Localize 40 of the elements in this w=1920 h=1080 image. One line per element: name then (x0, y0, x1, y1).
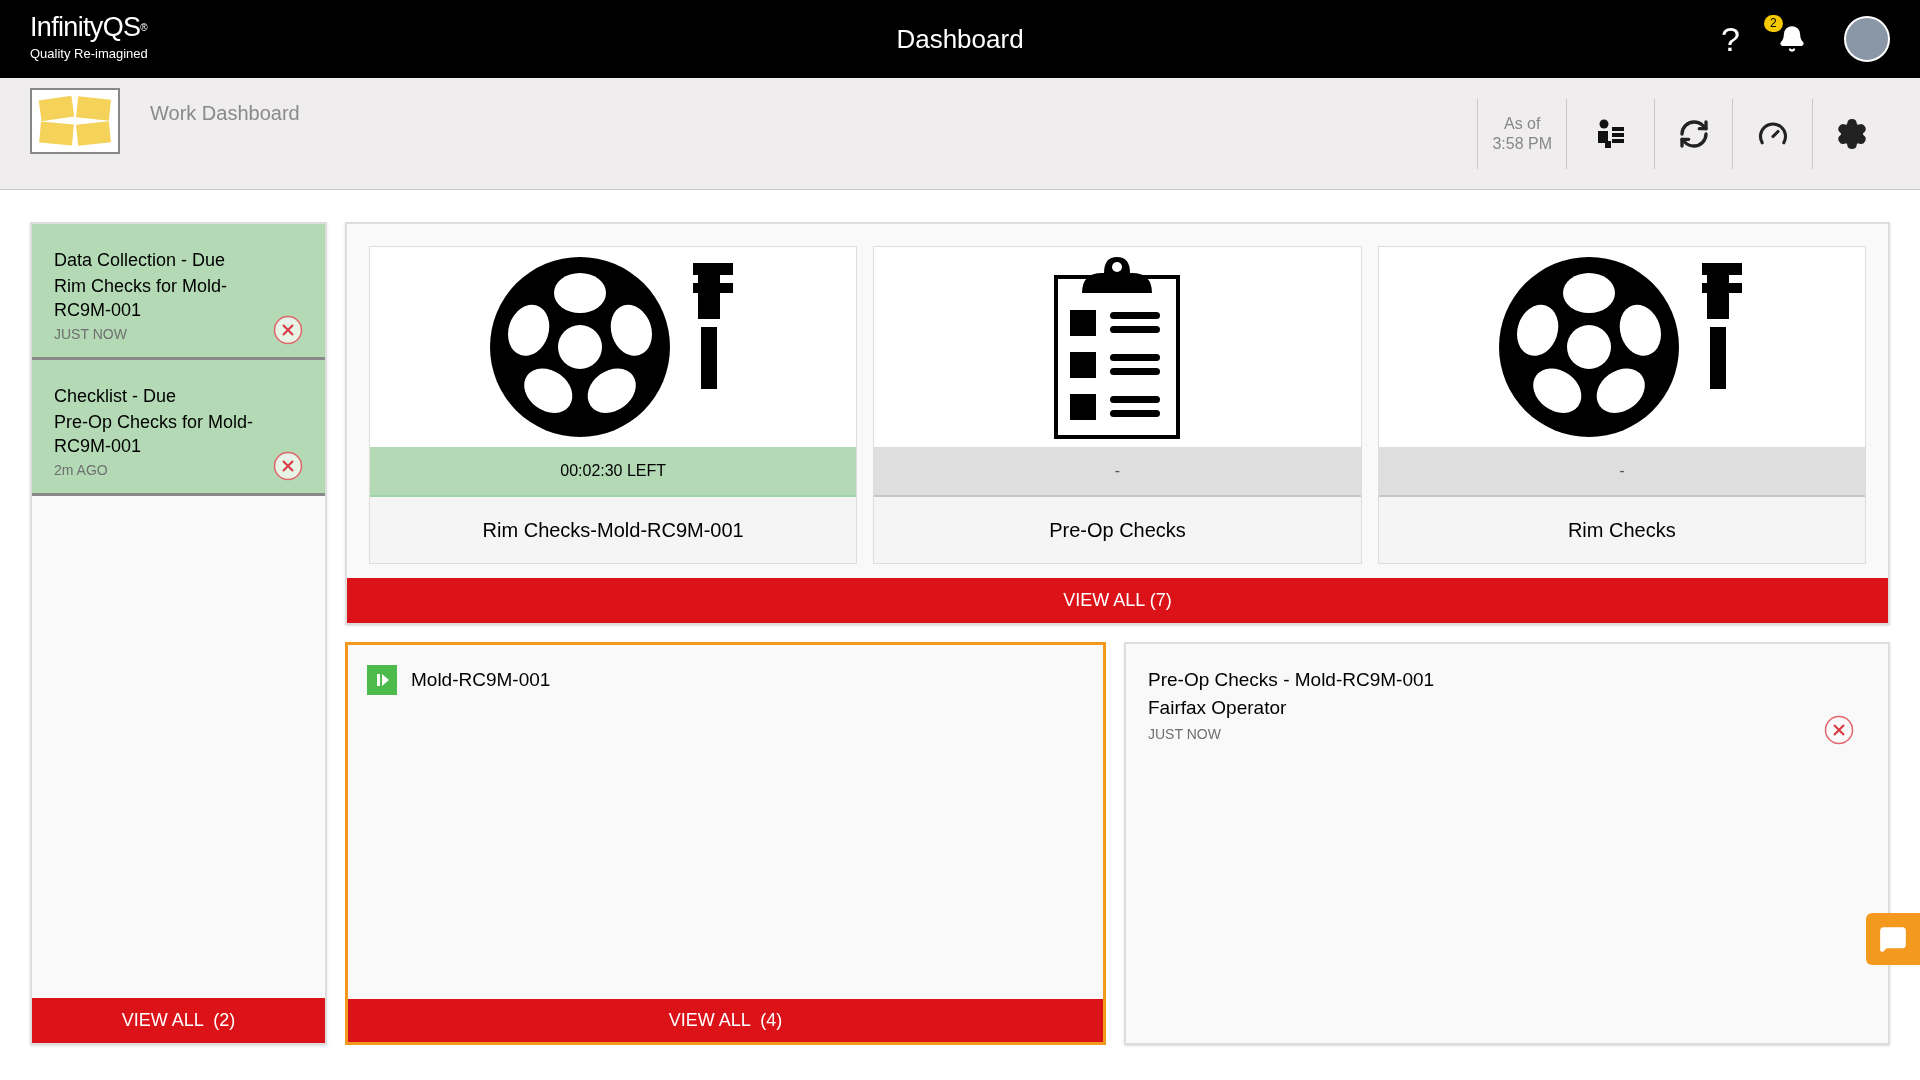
form-tile[interactable]: - Pre-Op Checks (873, 246, 1362, 564)
notification-card[interactable]: Checklist - Due Pre-Op Checks for Mold-RC9M-001 2m AGO (32, 360, 325, 496)
notification-card[interactable]: Data Collection - Due Rim Checks for Mold-RC9M-001 JUST NOW (32, 224, 325, 360)
tile-name: Rim Checks (1567, 518, 1676, 543)
view-all-button[interactable]: VIEW ALL (2) (32, 998, 325, 1043)
tile-name: Rim Checks-Mold-RC9M-001 (482, 518, 744, 543)
notification-badge: 2 (1764, 15, 1783, 32)
bell-icon[interactable] (1778, 25, 1806, 53)
tile-name: Pre-Op Checks (1049, 518, 1186, 543)
refresh-icon[interactable] (1677, 117, 1710, 150)
close-icon[interactable] (1824, 715, 1854, 745)
as-of-time: As of 3:58 PM (1477, 98, 1566, 169)
tile-status: 00:02:30 LEFT (370, 447, 857, 497)
tile-status: - (874, 447, 1361, 497)
activity-time: JUST NOW (1148, 725, 1222, 744)
close-icon[interactable] (273, 451, 303, 481)
view-all-button[interactable]: VIEW ALL (4) (348, 999, 1103, 1042)
view-all-button[interactable]: VIEW ALL (7) (347, 578, 1888, 623)
chat-icon (1879, 925, 1907, 953)
brand-logo: InfinityQS$^{®}$ (30, 14, 147, 42)
help-button[interactable]: ? (1721, 22, 1740, 56)
notification-time: 2m AGO (54, 461, 109, 480)
form-tile[interactable]: 00:02:30 LEFT Rim Checks-Mold-RC9M-001 (369, 246, 858, 564)
notification-text: Rim Checks for Mold-RC9M-001 (54, 275, 229, 322)
person-list-icon[interactable] (1596, 118, 1625, 149)
activity-user: Fairfax Operator (1148, 696, 1288, 720)
tile-status: - (1378, 447, 1865, 497)
form-tile[interactable]: - Rim Checks (1377, 246, 1866, 564)
notification-title: Checklist - Due (54, 385, 178, 408)
toolbar-title: Work Dashboard (150, 101, 300, 126)
close-icon[interactable] (273, 315, 303, 345)
notification-text: Pre-Op Checks for Mold-RC9M-001 (54, 411, 255, 458)
brand-tagline: Quality Re-imagined (30, 45, 148, 64)
notification-time: JUST NOW (54, 325, 128, 344)
activity-title: Pre-Op Checks - Mold-RC9M-001 (1148, 668, 1436, 692)
process-label[interactable]: Mold-RC9M-001 (411, 665, 551, 695)
notification-title: Data Collection - Due (54, 249, 227, 272)
avatar[interactable] (1844, 16, 1890, 62)
page-title: Dashboard (896, 22, 1024, 56)
clipboard-checklist-icon (1052, 254, 1183, 440)
